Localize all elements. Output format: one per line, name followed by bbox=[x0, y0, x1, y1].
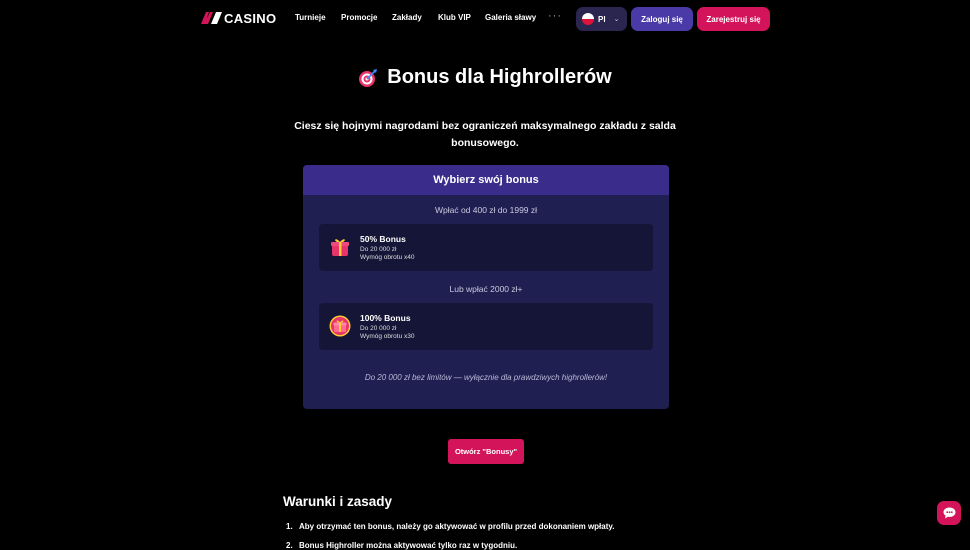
bonus-option-title: 100% Bonus bbox=[360, 313, 411, 323]
bonus-max-amount: Do 20 000 zł bbox=[360, 246, 397, 253]
nav-item-galeria[interactable]: Galeria sławy bbox=[485, 13, 536, 22]
bonus-option-100[interactable]: 100% Bonus Do 20 000 zł Wymóg obrotu x30 bbox=[319, 303, 653, 350]
list-item-text: Bonus Highroller można aktywować tylko r… bbox=[299, 541, 518, 550]
deposit-range-label: Lub wpłać 2000 zł+ bbox=[449, 284, 523, 294]
bonus-option-50[interactable]: 50% Bonus Do 20 000 zł Wymóg obrotu x40 bbox=[319, 224, 653, 271]
bonus-card-note: Do 20 000 zł bez limitów — wyłącznie dla… bbox=[364, 373, 608, 382]
terms-heading: Warunki i zasady bbox=[283, 494, 393, 509]
nav-item-zaklady[interactable]: Zakłady bbox=[392, 13, 422, 22]
top-header: CASINO Turnieje Promocje Zakłady Klub VI… bbox=[0, 0, 970, 37]
more-menu-icon[interactable]: ··· bbox=[548, 10, 562, 22]
open-bonuses-button[interactable]: Otwórz "Bonusy" bbox=[448, 439, 524, 464]
page-subtitle: Ciesz się hojnymi nagrodami bez ogranicz… bbox=[294, 120, 676, 149]
nav-item-turnieje[interactable]: Turnieje bbox=[295, 13, 326, 22]
bonus-max-amount: Do 20 000 zł bbox=[360, 325, 397, 332]
list-item-text: Aby otrzymać ten bonus, należy go aktywo… bbox=[299, 522, 615, 531]
register-button[interactable]: Zarejestruj się bbox=[697, 7, 770, 31]
bonus-card: Wybierz swój bonus Wpłać od 400 zł do 19… bbox=[303, 165, 669, 409]
chat-bubble-icon bbox=[943, 507, 955, 519]
page-title: Bonus dla Highrollerów bbox=[387, 66, 612, 88]
list-item: 2. Bonus Highroller można aktywować tylk… bbox=[286, 541, 614, 550]
logo-text: CASINO bbox=[224, 10, 277, 26]
deposit-range-label: Wpłać od 400 zł do 1999 zł bbox=[434, 205, 538, 215]
chevron-down-icon: ⌄ bbox=[613, 16, 620, 23]
terms-list: 1. Aby otrzymać ten bonus, należy go akt… bbox=[286, 522, 614, 550]
list-item-number: 2. bbox=[286, 541, 293, 550]
poland-flag-icon bbox=[582, 13, 594, 25]
gift-box-icon bbox=[329, 315, 351, 337]
gift-box-icon bbox=[331, 239, 349, 256]
site-logo[interactable]: CASINO bbox=[201, 10, 277, 26]
bonus-wagering: Wymóg obrotu x30 bbox=[360, 333, 415, 340]
page-title-row: Bonus dla Highrollerów bbox=[0, 66, 970, 89]
target-dart-icon bbox=[359, 68, 378, 87]
nav-item-promocje[interactable]: Promocje bbox=[341, 13, 377, 22]
list-item-number: 1. bbox=[286, 522, 293, 531]
chat-button[interactable] bbox=[937, 501, 961, 525]
bonus-wagering: Wymóg obrotu x40 bbox=[360, 254, 415, 261]
nav-item-klub-vip[interactable]: Klub VIP bbox=[438, 13, 471, 22]
language-code: Pl bbox=[598, 14, 606, 24]
login-button[interactable]: Zaloguj się bbox=[631, 7, 693, 31]
bonus-option-title: 50% Bonus bbox=[360, 234, 406, 244]
list-item: 1. Aby otrzymać ten bonus, należy go akt… bbox=[286, 522, 614, 541]
logo-mark-icon bbox=[201, 12, 222, 24]
language-selector[interactable]: Pl ⌄ bbox=[576, 7, 627, 31]
bonus-card-heading: Wybierz swój bonus bbox=[303, 165, 669, 195]
